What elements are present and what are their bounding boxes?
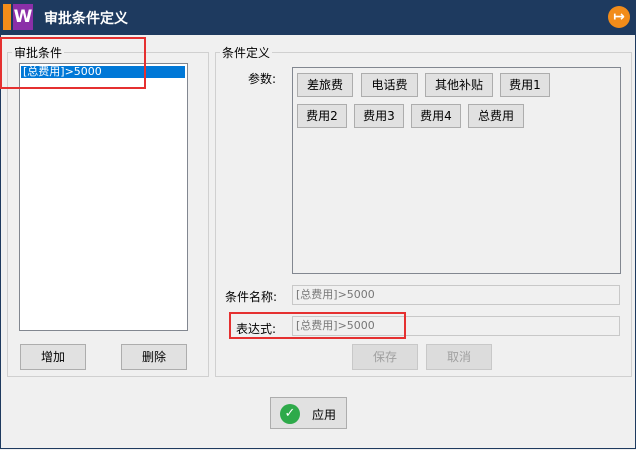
cancel-button[interactable]: 取消 xyxy=(426,344,492,370)
param-button[interactable]: 电话费 xyxy=(361,73,418,97)
param-button[interactable]: 费用2 xyxy=(297,104,347,128)
param-button[interactable]: 费用3 xyxy=(354,104,404,128)
app-icon: W xyxy=(3,2,33,32)
highlight-box-conditions xyxy=(0,37,146,89)
params-panel xyxy=(292,67,621,274)
apply-label: 应用 xyxy=(312,408,337,422)
param-button[interactable]: 费用1 xyxy=(500,73,550,97)
param-button[interactable]: 总费用 xyxy=(468,104,524,128)
condition-name-label: 条件名称: xyxy=(225,290,278,304)
condition-name-field[interactable]: [总费用]>5000 xyxy=(292,285,620,305)
delete-button[interactable]: 删除 xyxy=(121,344,187,370)
window-title: 审批条件定义 xyxy=(44,11,128,27)
check-icon: ✓ xyxy=(280,404,300,424)
title-bar: W 审批条件定义 ↦ xyxy=(0,0,636,35)
param-button[interactable]: 差旅费 xyxy=(297,73,353,97)
apply-button[interactable]: ✓ 应用 xyxy=(270,397,347,429)
params-label: 参数: xyxy=(248,72,277,86)
add-button[interactable]: 增加 xyxy=(20,344,86,370)
conditions-list[interactable]: [总费用]>5000 xyxy=(19,63,188,331)
condition-definition-legend: 条件定义 xyxy=(222,46,271,60)
exit-icon[interactable]: ↦ xyxy=(608,6,630,28)
highlight-box-expression xyxy=(229,312,406,339)
param-button[interactable]: 费用4 xyxy=(411,104,461,128)
save-button[interactable]: 保存 xyxy=(352,344,418,370)
param-button[interactable]: 其他补贴 xyxy=(425,73,493,97)
